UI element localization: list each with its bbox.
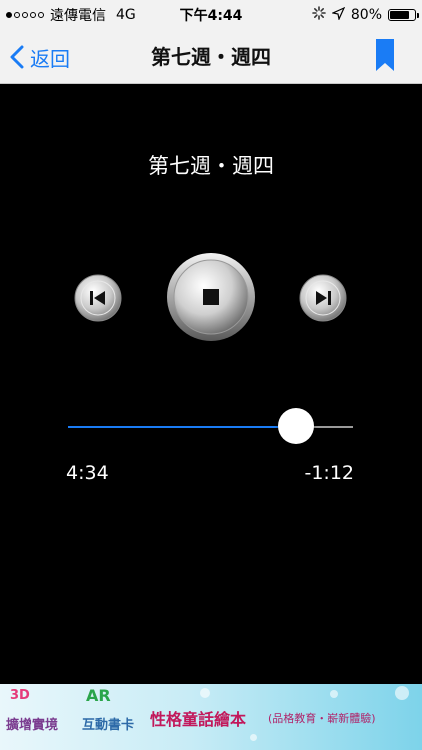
ad-text-cards: 互動書卡 xyxy=(82,718,135,733)
track-title: 第七週・週四 xyxy=(148,154,274,178)
ad-banner[interactable]: 3D 擴增實境 AR 互動書卡 性格童話繪本 (品格教育・嶄新體驗) xyxy=(0,684,422,750)
status-right: 80% xyxy=(312,6,419,24)
ad-3d-badge: 3D xyxy=(10,688,30,703)
previous-track-button[interactable] xyxy=(74,274,122,322)
activity-spinner-icon xyxy=(312,6,326,24)
carrier-name: 遠傳電信 xyxy=(50,8,106,24)
ad-subline: (品格教育・嶄新體驗) xyxy=(268,712,376,725)
skip-next-icon xyxy=(299,274,347,322)
location-arrow-icon xyxy=(330,6,346,24)
battery-icon xyxy=(388,9,419,21)
stop-icon xyxy=(167,253,255,341)
elapsed-time: 4:34 xyxy=(66,462,109,484)
bookmark-button[interactable] xyxy=(376,39,394,75)
ad-text-ar-reality: 擴增實境 xyxy=(6,718,59,733)
stop-button[interactable] xyxy=(166,252,256,342)
bookmark-icon xyxy=(376,39,394,71)
next-track-button[interactable] xyxy=(299,274,347,322)
slider-played-portion xyxy=(68,426,296,428)
chevron-left-icon xyxy=(10,45,24,69)
status-bar: 遠傳電信 4G 下午4:44 80% xyxy=(0,0,422,30)
slider-thumb[interactable] xyxy=(278,408,314,444)
back-label: 返回 xyxy=(30,46,70,71)
back-button[interactable]: 返回 xyxy=(10,30,70,84)
skip-previous-icon xyxy=(74,274,122,322)
navigation-bar: 返回 第七週・週四 xyxy=(0,30,422,84)
network-type: 4G xyxy=(116,7,136,23)
progress-slider[interactable] xyxy=(68,408,353,446)
ad-headline: 性格童話繪本 xyxy=(150,710,247,729)
remaining-time: -1:12 xyxy=(304,462,354,484)
battery-percent: 80% xyxy=(350,7,382,23)
ad-ar-badge: AR xyxy=(86,686,111,705)
signal-strength-icon xyxy=(6,12,44,18)
battery-fill xyxy=(390,11,410,19)
